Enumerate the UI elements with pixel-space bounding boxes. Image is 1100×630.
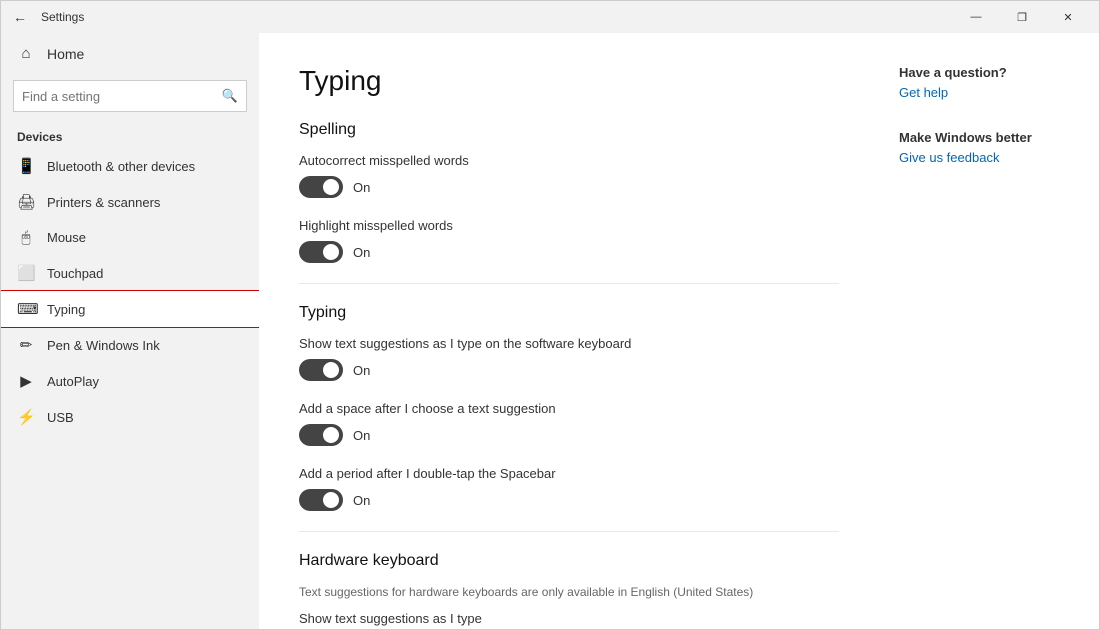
highlight-toggle-label: On xyxy=(353,245,370,260)
typing-section: Typing Show text suggestions as I type o… xyxy=(299,304,839,511)
titlebar: ← Settings — ❐ ✕ xyxy=(1,1,1099,33)
feedback-section: Make Windows better Give us feedback xyxy=(899,130,1079,167)
right-panel: Have a question? Get help Make Windows b… xyxy=(879,33,1099,629)
mouse-icon: 🖱 xyxy=(17,229,35,246)
highlight-toggle[interactable] xyxy=(299,241,343,263)
sidebar-item-label: Typing xyxy=(47,302,85,317)
text-suggestions-toggle-label: On xyxy=(353,363,370,378)
page-title: Typing xyxy=(299,65,839,97)
period-spacebar-toggle-label: On xyxy=(353,493,370,508)
space-after-suggestion-label: Add a space after I choose a text sugges… xyxy=(299,401,839,416)
hardware-keyboard-title: Hardware keyboard xyxy=(299,552,839,570)
feedback-link[interactable]: Give us feedback xyxy=(899,150,999,165)
sidebar-item-usb[interactable]: ⚡ USB xyxy=(1,399,259,435)
sidebar: ⌂ Home 🔍 Devices 📱 Bluetooth & other dev… xyxy=(1,33,259,629)
highlight-setting: Highlight misspelled words On xyxy=(299,218,839,263)
sidebar-home-label: Home xyxy=(47,46,84,62)
space-after-suggestion-toggle-label: On xyxy=(353,428,370,443)
text-suggestions-toggle-row: On xyxy=(299,359,839,381)
text-suggestions-label: Show text suggestions as I type on the s… xyxy=(299,336,839,351)
sidebar-section-label: Devices xyxy=(1,122,259,148)
sidebar-item-autoplay[interactable]: ▶ AutoPlay xyxy=(1,363,259,399)
minimize-button[interactable]: — xyxy=(953,1,999,33)
get-help-link[interactable]: Get help xyxy=(899,85,948,100)
content-with-right: Typing Spelling Autocorrect misspelled w… xyxy=(259,33,1099,629)
spelling-section: Spelling Autocorrect misspelled words On… xyxy=(299,121,839,263)
feedback-title: Make Windows better xyxy=(899,130,1079,145)
highlight-label: Highlight misspelled words xyxy=(299,218,839,233)
period-spacebar-setting: Add a period after I double-tap the Spac… xyxy=(299,466,839,511)
sidebar-item-label: Mouse xyxy=(47,230,86,245)
touchpad-icon: ⬜ xyxy=(17,264,35,282)
hardware-keyboard-description: Text suggestions for hardware keyboards … xyxy=(299,584,839,601)
close-button[interactable]: ✕ xyxy=(1045,1,1091,33)
typing-icon: ⌨ xyxy=(17,300,35,318)
period-spacebar-toggle[interactable] xyxy=(299,489,343,511)
titlebar-controls: — ❐ ✕ xyxy=(953,1,1091,33)
typing-section-title: Typing xyxy=(299,304,839,322)
text-suggestions-toggle[interactable] xyxy=(299,359,343,381)
period-spacebar-toggle-row: On xyxy=(299,489,839,511)
spelling-section-title: Spelling xyxy=(299,121,839,139)
sidebar-item-typing[interactable]: ⌨ Typing xyxy=(1,291,259,327)
hardware-text-suggestions-label: Show text suggestions as I type xyxy=(299,611,839,626)
sidebar-item-label: Bluetooth & other devices xyxy=(47,159,195,174)
pen-icon: ✏ xyxy=(17,336,35,354)
main-content: Typing Spelling Autocorrect misspelled w… xyxy=(259,33,879,629)
titlebar-title: Settings xyxy=(41,10,84,24)
period-spacebar-label: Add a period after I double-tap the Spac… xyxy=(299,466,839,481)
sidebar-item-label: AutoPlay xyxy=(47,374,99,389)
space-after-suggestion-toggle-row: On xyxy=(299,424,839,446)
back-button[interactable]: ← xyxy=(9,9,31,25)
sidebar-item-mouse[interactable]: 🖱 Mouse xyxy=(1,220,259,255)
space-after-suggestion-toggle[interactable] xyxy=(299,424,343,446)
sidebar-item-label: Printers & scanners xyxy=(47,195,160,210)
printer-icon: 🖨 xyxy=(17,193,35,211)
content-area: ⌂ Home 🔍 Devices 📱 Bluetooth & other dev… xyxy=(1,33,1099,629)
space-after-suggestion-setting: Add a space after I choose a text sugges… xyxy=(299,401,839,446)
divider-2 xyxy=(299,531,839,532)
sidebar-item-label: Touchpad xyxy=(47,266,103,281)
sidebar-item-label: Pen & Windows Ink xyxy=(47,338,160,353)
sidebar-item-printers[interactable]: 🖨 Printers & scanners xyxy=(1,184,259,220)
divider-1 xyxy=(299,283,839,284)
autoplay-icon: ▶ xyxy=(17,372,35,390)
titlebar-left: ← Settings xyxy=(9,9,84,25)
text-suggestions-setting: Show text suggestions as I type on the s… xyxy=(299,336,839,381)
bluetooth-icon: 📱 xyxy=(17,157,35,175)
search-input[interactable] xyxy=(22,89,222,104)
hardware-keyboard-section: Hardware keyboard Text suggestions for h… xyxy=(299,552,839,629)
maximize-button[interactable]: ❐ xyxy=(999,1,1045,33)
search-icon: 🔍 xyxy=(222,88,238,104)
help-title: Have a question? xyxy=(899,65,1079,80)
help-section: Have a question? Get help xyxy=(899,65,1079,102)
settings-window: ← Settings — ❐ ✕ ⌂ Home 🔍 Devices 📱 Blu xyxy=(0,0,1100,630)
sidebar-item-label: USB xyxy=(47,410,74,425)
sidebar-item-bluetooth[interactable]: 📱 Bluetooth & other devices xyxy=(1,148,259,184)
hardware-text-suggestions-setting: Show text suggestions as I type Off xyxy=(299,611,839,629)
autocorrect-setting: Autocorrect misspelled words On xyxy=(299,153,839,198)
home-icon: ⌂ xyxy=(17,45,35,62)
sidebar-item-pen[interactable]: ✏ Pen & Windows Ink xyxy=(1,327,259,363)
sidebar-item-touchpad[interactable]: ⬜ Touchpad xyxy=(1,255,259,291)
autocorrect-label: Autocorrect misspelled words xyxy=(299,153,839,168)
search-box[interactable]: 🔍 xyxy=(13,80,247,112)
autocorrect-toggle-row: On xyxy=(299,176,839,198)
autocorrect-toggle[interactable] xyxy=(299,176,343,198)
usb-icon: ⚡ xyxy=(17,408,35,426)
sidebar-item-home[interactable]: ⌂ Home xyxy=(1,33,259,74)
autocorrect-toggle-label: On xyxy=(353,180,370,195)
highlight-toggle-row: On xyxy=(299,241,839,263)
